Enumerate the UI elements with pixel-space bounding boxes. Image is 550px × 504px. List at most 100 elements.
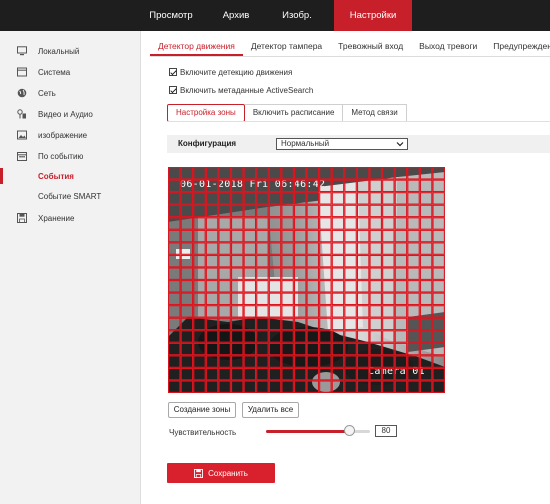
motion-grid-cell[interactable] xyxy=(218,204,231,218)
motion-grid-cell[interactable] xyxy=(382,204,395,218)
tab-alarm-input[interactable]: Тревожный вход xyxy=(330,36,411,56)
motion-grid-cell[interactable] xyxy=(394,242,408,255)
motion-grid-cell[interactable] xyxy=(243,367,257,381)
motion-grid-cell[interactable] xyxy=(432,192,445,205)
motion-grid-cell[interactable] xyxy=(268,179,282,193)
motion-grid-cell[interactable] xyxy=(281,217,294,230)
motion-grid-cell[interactable] xyxy=(281,292,294,306)
motion-detection-video[interactable]: 06-01-2018 Fri 06:46:42 Camera 01 xyxy=(168,167,445,393)
motion-grid-cell[interactable] xyxy=(369,380,382,393)
motion-grid-cell[interactable] xyxy=(407,342,420,356)
motion-grid-cell[interactable] xyxy=(369,305,382,318)
motion-grid-cell[interactable] xyxy=(356,229,370,243)
motion-grid-cell[interactable] xyxy=(344,330,357,343)
motion-grid-cell[interactable] xyxy=(256,342,269,356)
motion-grid-cell[interactable] xyxy=(331,167,345,180)
motion-grid-cell[interactable] xyxy=(356,342,370,356)
delete-all-button[interactable]: Удалить все xyxy=(242,402,299,418)
sidebar-item-local[interactable]: Локальный xyxy=(0,41,140,61)
motion-grid-cell[interactable] xyxy=(168,280,181,293)
motion-grid-cell[interactable] xyxy=(168,342,181,356)
motion-grid-cell[interactable] xyxy=(205,367,219,381)
motion-grid-cell[interactable] xyxy=(356,367,370,381)
motion-grid-cell[interactable] xyxy=(293,317,307,331)
motion-grid-cell[interactable] xyxy=(256,179,269,193)
motion-grid-cell[interactable] xyxy=(344,204,357,218)
motion-grid-cell[interactable] xyxy=(369,204,382,218)
motion-grid-cell[interactable] xyxy=(369,217,382,230)
motion-grid-cell[interactable] xyxy=(306,292,320,306)
motion-grid-cell[interactable] xyxy=(256,254,269,268)
motion-grid-cell[interactable] xyxy=(407,167,420,180)
motion-grid-cell[interactable] xyxy=(281,367,294,381)
motion-grid-cell[interactable] xyxy=(419,254,433,268)
motion-grid-cell[interactable] xyxy=(419,317,433,331)
motion-grid-cell[interactable] xyxy=(205,204,219,218)
motion-grid-cell[interactable] xyxy=(218,342,231,356)
sidebar-item-event[interactable]: По событию xyxy=(0,146,140,166)
motion-grid-cell[interactable] xyxy=(243,229,257,243)
motion-grid-cell[interactable] xyxy=(382,242,395,255)
motion-grid-cell[interactable] xyxy=(180,317,194,331)
motion-grid-cell[interactable] xyxy=(243,254,257,268)
motion-grid-cell[interactable] xyxy=(382,342,395,356)
motion-grid-cell[interactable] xyxy=(319,167,332,180)
motion-grid-cell[interactable] xyxy=(230,217,244,230)
motion-grid-cell[interactable] xyxy=(180,192,194,205)
motion-grid-cell[interactable] xyxy=(382,167,395,180)
motion-grid-cell[interactable] xyxy=(432,217,445,230)
motion-grid-cell[interactable] xyxy=(205,380,219,393)
motion-grid-cell[interactable] xyxy=(218,254,231,268)
motion-grid-cell[interactable] xyxy=(331,204,345,218)
motion-grid-cell[interactable] xyxy=(369,254,382,268)
motion-grid-cell[interactable] xyxy=(205,330,219,343)
motion-grid-cell[interactable] xyxy=(407,254,420,268)
motion-grid-cell[interactable] xyxy=(180,380,194,393)
motion-grid-cell[interactable] xyxy=(331,342,345,356)
motion-grid-cell[interactable] xyxy=(394,254,408,268)
motion-grid-cell[interactable] xyxy=(293,292,307,306)
motion-grid-cell[interactable] xyxy=(243,242,257,255)
motion-grid-cell[interactable] xyxy=(419,179,433,193)
motion-grid-cell[interactable] xyxy=(407,355,420,368)
motion-grid-cell[interactable] xyxy=(382,355,395,368)
motion-grid-cell[interactable] xyxy=(319,330,332,343)
motion-grid-cell[interactable] xyxy=(407,330,420,343)
motion-grid-cell[interactable] xyxy=(319,242,332,255)
motion-grid-cell[interactable] xyxy=(230,179,244,193)
motion-grid-cell[interactable] xyxy=(407,267,420,280)
motion-grid-cell[interactable] xyxy=(369,267,382,280)
motion-grid-cell[interactable] xyxy=(180,229,194,243)
motion-grid-cell[interactable] xyxy=(356,254,370,268)
motion-grid-cell[interactable] xyxy=(218,179,231,193)
motion-grid-cell[interactable] xyxy=(230,280,244,293)
motion-grid-cell[interactable] xyxy=(382,380,395,393)
tab-motion-detection[interactable]: Детектор движения xyxy=(150,36,243,56)
motion-grid-cell[interactable] xyxy=(432,254,445,268)
motion-grid-cell[interactable] xyxy=(356,317,370,331)
motion-grid-cell[interactable] xyxy=(268,242,282,255)
sidebar-item-image[interactable]: изображение xyxy=(0,125,140,145)
motion-grid-cell[interactable] xyxy=(369,330,382,343)
motion-grid-cell[interactable] xyxy=(193,367,206,381)
motion-grid-cell[interactable] xyxy=(306,367,320,381)
motion-grid-cell[interactable] xyxy=(344,367,357,381)
motion-grid-cell[interactable] xyxy=(230,192,244,205)
motion-grid-cell[interactable] xyxy=(293,242,307,255)
motion-grid-cell[interactable] xyxy=(394,267,408,280)
motion-grid-cell[interactable] xyxy=(344,292,357,306)
motion-grid-cell[interactable] xyxy=(331,380,345,393)
motion-grid-cell[interactable] xyxy=(432,204,445,218)
motion-grid-cell[interactable] xyxy=(356,305,370,318)
motion-grid-cell[interactable] xyxy=(168,217,181,230)
motion-grid-cell[interactable] xyxy=(193,167,206,180)
motion-grid-cell[interactable] xyxy=(168,355,181,368)
motion-grid-cell[interactable] xyxy=(331,355,345,368)
motion-grid-cell[interactable] xyxy=(193,380,206,393)
motion-grid-cell[interactable] xyxy=(382,292,395,306)
motion-grid-cell[interactable] xyxy=(168,330,181,343)
motion-grid-cell[interactable] xyxy=(306,330,320,343)
motion-grid-cell[interactable] xyxy=(344,254,357,268)
motion-grid-cell[interactable] xyxy=(331,242,345,255)
motion-grid-cell[interactable] xyxy=(319,192,332,205)
